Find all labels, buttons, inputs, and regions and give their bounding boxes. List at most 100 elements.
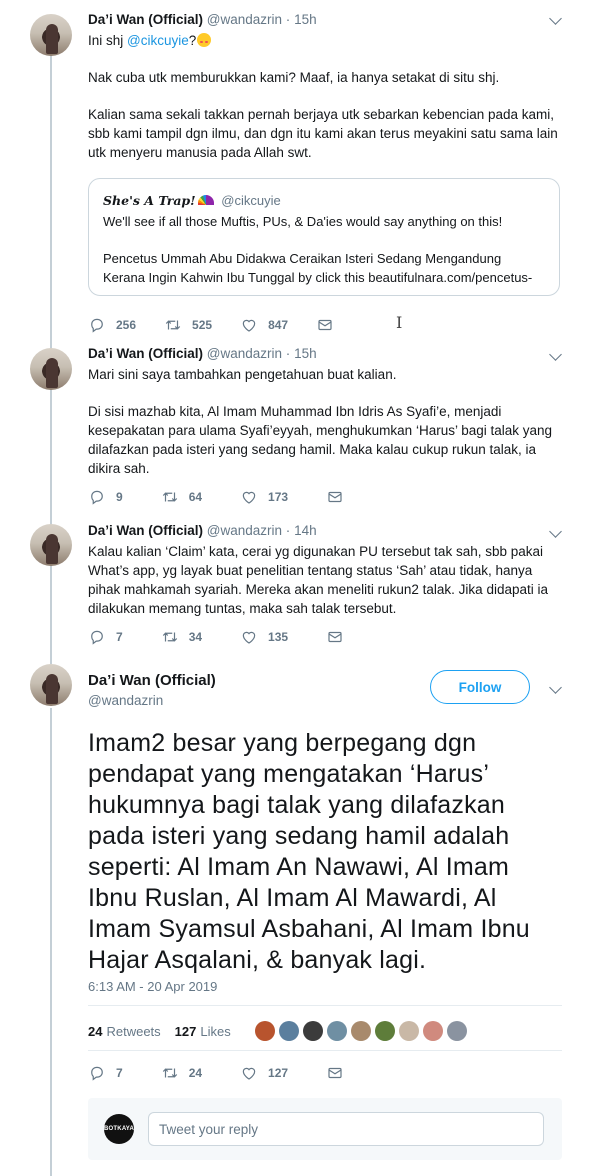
heart-icon: [242, 491, 256, 504]
reply-button[interactable]: 7: [88, 1064, 123, 1082]
liker-avatars: [254, 1021, 471, 1041]
quoted-tweet-card[interactable]: She's A Trap! @cikcuyie We'll see if all…: [88, 178, 560, 296]
tweet-paragraph: Di sisi mazhab kita, Al Imam Muhammad Ib…: [88, 404, 553, 476]
like-count: 127: [268, 1066, 289, 1080]
reply-icon: [91, 1066, 103, 1081]
quoted-author-handle: @cikcuyie: [221, 193, 281, 208]
chevron-down-icon[interactable]: [549, 525, 562, 538]
main-author-name[interactable]: Da’i Wan (Official): [88, 672, 216, 689]
retweet-button[interactable]: 64: [161, 488, 202, 506]
reply-composer: BOTKAYA: [88, 1098, 562, 1160]
quoted-author-name: She's A Trap!: [103, 193, 196, 208]
main-tweet-avatar[interactable]: [30, 664, 72, 706]
direct-message-button[interactable]: [326, 628, 344, 646]
tweet-actions: 256 525 847: [88, 316, 362, 334]
reply-count: 256: [116, 318, 137, 332]
direct-message-button[interactable]: [326, 1064, 344, 1082]
main-tweet-text: Imam2 besar yang berpegang dgn pendapat …: [88, 729, 530, 974]
liker-avatar[interactable]: [374, 1021, 395, 1041]
tweet-time[interactable]: 15h: [294, 346, 317, 361]
envelope-icon: [328, 631, 342, 643]
liker-avatar[interactable]: [422, 1021, 443, 1041]
reply-icon: [91, 318, 103, 333]
author-handle[interactable]: @wandazrin: [207, 523, 282, 538]
separator-dot: ·: [285, 346, 291, 361]
author-handle[interactable]: @wandazrin: [207, 12, 282, 27]
tweet-header: Da’i Wan (Official) @wandazrin · 14h: [88, 523, 317, 538]
retweets-stat-label: Retweets: [106, 1023, 161, 1039]
tweet-time[interactable]: 15h: [294, 12, 317, 27]
liker-avatar[interactable]: [446, 1021, 467, 1041]
likes-stat-count: 127: [174, 1023, 197, 1039]
author-name[interactable]: Da’i Wan (Official): [88, 523, 203, 538]
direct-message-button[interactable]: [326, 488, 344, 506]
divider: [88, 1050, 562, 1051]
thread-connector-line-lower: [50, 708, 52, 1176]
heart-icon: [242, 631, 256, 644]
author-name[interactable]: Da’i Wan (Official): [88, 346, 203, 361]
liker-avatar[interactable]: [350, 1021, 371, 1041]
tweet-paragraph: Kalian sama sekali takkan pernah berjaya…: [88, 107, 558, 160]
like-button[interactable]: 135: [240, 628, 288, 646]
chevron-down-icon[interactable]: [549, 681, 562, 694]
reply-input[interactable]: [148, 1112, 544, 1146]
tweet-text: Kalau kalian ‘Claim’ kata, cerai yg digu…: [88, 542, 563, 636]
direct-message-button[interactable]: [316, 316, 334, 334]
reply-icon: [91, 630, 103, 645]
envelope-icon: [328, 1067, 342, 1079]
retweet-button[interactable]: 525: [164, 316, 212, 334]
retweet-button[interactable]: 34: [161, 628, 202, 646]
reply-count: 7: [116, 630, 123, 644]
liker-avatar[interactable]: [398, 1021, 419, 1041]
heart-icon: [242, 1067, 256, 1080]
retweet-button[interactable]: 24: [161, 1064, 202, 1082]
envelope-icon: [318, 319, 332, 331]
separator-dot: ·: [285, 523, 291, 538]
tweet-paragraph: Nak cuba utk memburukkan kami? Maaf, ia …: [88, 70, 500, 85]
author-name[interactable]: Da’i Wan (Official): [88, 12, 203, 27]
retweets-stat[interactable]: 24 Retweets: [88, 1024, 161, 1039]
follow-button[interactable]: Follow: [430, 670, 530, 704]
liker-avatar[interactable]: [278, 1021, 299, 1041]
avatar[interactable]: [30, 14, 72, 56]
reply-button[interactable]: 7: [88, 628, 123, 646]
retweet-icon: [162, 1068, 177, 1078]
avatar[interactable]: [30, 524, 72, 566]
heart-icon: [242, 319, 256, 332]
tweet-header: Da’i Wan (Official) @wandazrin · 15h: [88, 346, 317, 361]
mention-link[interactable]: @cikcuyie: [127, 33, 189, 48]
liker-avatar[interactable]: [254, 1021, 275, 1041]
reply-count: 9: [116, 490, 123, 504]
retweet-count: 525: [192, 318, 213, 332]
tweet-text: Ini shj @cikcuyie? Nak cuba utk memburuk…: [88, 31, 563, 180]
tweet-time[interactable]: 14h: [294, 523, 317, 538]
envelope-icon: [328, 491, 342, 503]
like-button[interactable]: 127: [240, 1064, 288, 1082]
like-button[interactable]: 173: [240, 488, 288, 506]
avatar[interactable]: [30, 348, 72, 390]
likes-stat-label: Likes: [200, 1023, 231, 1039]
reply-button[interactable]: 256: [88, 316, 136, 334]
main-author-handle[interactable]: @wandazrin: [88, 693, 163, 708]
blushing-face-emoji-icon: [197, 33, 212, 47]
main-tweet-timestamp[interactable]: 6:13 AM - 20 Apr 2019: [88, 979, 217, 994]
author-handle[interactable]: @wandazrin: [207, 346, 282, 361]
current-user-avatar[interactable]: BOTKAYA: [104, 1114, 134, 1144]
likes-stat[interactable]: 127 Likes: [175, 1024, 231, 1039]
retweet-count: 24: [188, 1066, 203, 1080]
reply-button[interactable]: 9: [88, 488, 123, 506]
like-count: 135: [268, 630, 289, 644]
retweets-stat-count: 24: [88, 1023, 103, 1039]
chevron-down-icon[interactable]: [549, 12, 562, 25]
retweet-count: 34: [188, 630, 203, 644]
tweet-text-prefix: Ini shj: [88, 33, 128, 48]
retweet-count: 64: [188, 490, 203, 504]
separator-dot: ·: [285, 12, 291, 27]
like-button[interactable]: 847: [240, 316, 288, 334]
chevron-down-icon[interactable]: [549, 348, 562, 361]
liker-avatar[interactable]: [302, 1021, 323, 1041]
like-count: 847: [268, 318, 289, 332]
retweet-icon: [162, 632, 177, 642]
liker-avatar[interactable]: [326, 1021, 347, 1041]
quoted-text-line: We'll see if all those Muftis, PUs, & Da…: [103, 214, 503, 229]
